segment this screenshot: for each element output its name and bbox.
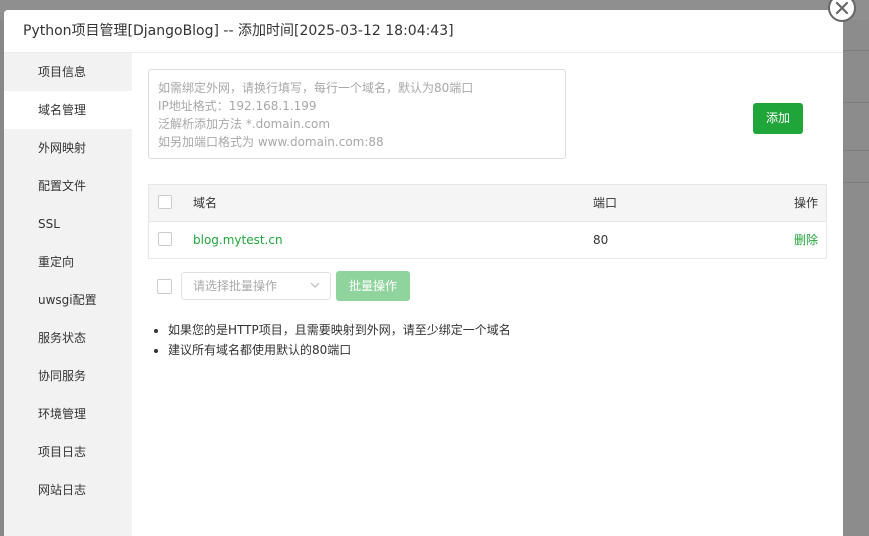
tips-list: 如果您的是HTTP项目，且需要映射到外网，请至少绑定一个域名 建议所有域名都使用… [148,320,511,360]
row-checkbox[interactable] [158,232,172,246]
sidebar-item-uwsgi-config[interactable]: uwsgi配置 [4,281,132,319]
domain-table: 域名 端口 操作 blog.mytest.cn 80 删除 [148,184,827,259]
sidebar-item-site-log[interactable]: 网站日志 [4,471,132,509]
table-row: blog.mytest.cn 80 删除 [149,222,826,258]
sidebar-item-redirect[interactable]: 重定向 [4,243,132,281]
tip-item: 如果您的是HTTP项目，且需要映射到外网，请至少绑定一个域名 [168,320,511,340]
add-domain-button[interactable]: 添加 [753,103,803,134]
column-header-port: 端口 [593,196,618,210]
project-dialog: Python项目管理[DjangoBlog] -- 添加时间[2025-03-1… [4,10,843,536]
sidebar-item-service-status[interactable]: 服务状态 [4,319,132,357]
background-page-right [843,20,869,536]
column-header-domain: 域名 [193,196,218,210]
sidebar-item-environment[interactable]: 环境管理 [4,395,132,433]
close-icon [835,1,849,15]
batch-select-checkbox[interactable] [157,279,172,294]
batch-operation-button[interactable]: 批量操作 [336,271,410,301]
sidebar-item-project-info[interactable]: 项目信息 [4,53,132,91]
select-all-checkbox[interactable] [158,195,172,209]
placeholder-line: 如另加端口格式为 www.domain.com:88 [158,135,384,149]
sidebar-item-domain-management[interactable]: 域名管理 [4,91,132,129]
table-header-row: 域名 端口 操作 [149,185,826,222]
tip-item: 建议所有域名都使用默认的80端口 [168,340,511,360]
sidebar-item-external-mapping[interactable]: 外网映射 [4,129,132,167]
sidebar-item-project-log[interactable]: 项目日志 [4,433,132,471]
sidebar-item-cooperative-service[interactable]: 协同服务 [4,357,132,395]
placeholder-line: IP地址格式：192.168.1.199 [158,99,317,113]
chevron-down-icon [310,282,320,288]
column-header-action: 操作 [793,196,818,210]
placeholder-line: 泛解析添加方法 *.domain.com [158,117,331,131]
dialog-sidebar: 项目信息 域名管理 外网映射 配置文件 SSL 重定向 uwsgi配置 服务状态… [4,53,132,536]
domain-textarea[interactable]: 如需绑定外网，请换行填写，每行一个域名，默认为80端口 IP地址格式：192.1… [148,69,566,159]
batch-operation-bar: 请选择批量操作 批量操作 [148,271,828,301]
batch-operation-select[interactable]: 请选择批量操作 [181,272,331,300]
delete-link[interactable]: 删除 [794,222,818,258]
sidebar-item-ssl[interactable]: SSL [4,205,132,243]
dialog-title: Python项目管理[DjangoBlog] -- 添加时间[2025-03-1… [4,10,843,53]
close-dialog-button[interactable] [828,0,856,22]
port-value: 80 [593,233,609,247]
sidebar-item-config-file[interactable]: 配置文件 [4,167,132,205]
batch-select-placeholder: 请选择批量操作 [193,279,278,293]
placeholder-line: 如需绑定外网，请换行填写，每行一个域名，默认为80端口 [158,81,474,95]
domain-link[interactable]: blog.mytest.cn [193,222,283,258]
